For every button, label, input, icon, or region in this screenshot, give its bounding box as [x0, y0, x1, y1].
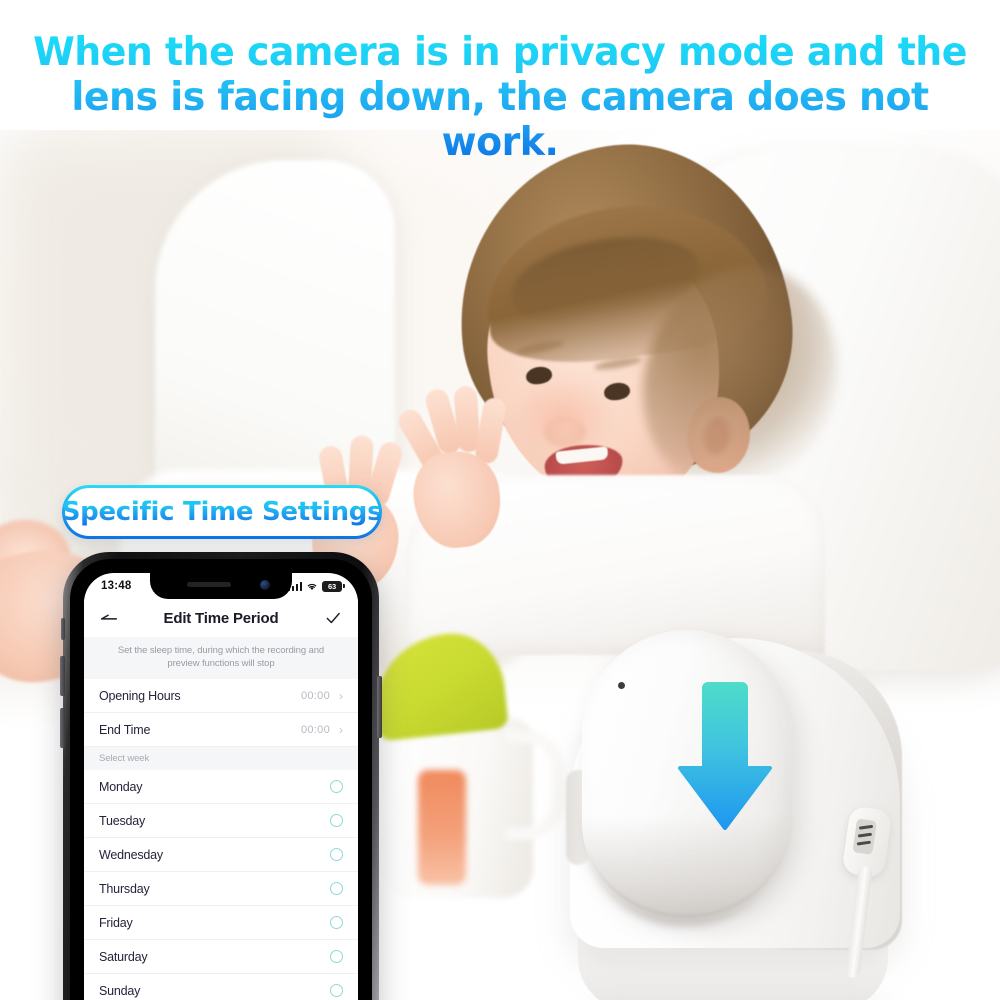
sippy-cup-handle — [505, 730, 565, 840]
day-label: Saturday — [99, 949, 148, 964]
list-item[interactable]: Monday — [84, 770, 358, 804]
day-label: Wednesday — [99, 847, 163, 862]
radio-unselected-icon[interactable] — [330, 814, 343, 827]
day-label: Thursday — [99, 881, 150, 896]
front-camera-icon — [260, 580, 270, 590]
list-item[interactable]: Saturday — [84, 940, 358, 974]
security-camera-device — [560, 530, 1000, 1000]
list-item[interactable]: Tuesday — [84, 804, 358, 838]
sleep-time-hint: Set the sleep time, during which the rec… — [84, 637, 358, 679]
phone-bezel: 13:48 63 Edit Time Period Set the sleep … — [70, 559, 372, 1000]
phone-volume-up-button[interactable] — [60, 656, 65, 696]
day-label: Monday — [99, 779, 143, 794]
earpiece-speaker-icon — [187, 582, 231, 587]
day-label: Tuesday — [99, 813, 146, 828]
camera-microphone-hole — [618, 682, 625, 689]
radio-unselected-icon[interactable] — [330, 984, 343, 997]
headline-text: When the camera is in privacy mode and t… — [15, 30, 985, 165]
battery-icon: 63 — [322, 580, 345, 592]
week-days-list: Monday Tuesday Wednesday Thursday Friday… — [84, 770, 358, 1000]
phone-mockup: 13:48 63 Edit Time Period Set the sleep … — [60, 552, 382, 1000]
list-item[interactable]: Wednesday — [84, 838, 358, 872]
phone-screen: 13:48 63 Edit Time Period Set the sleep … — [84, 573, 358, 1000]
select-week-header: Select week — [84, 747, 358, 770]
list-item[interactable]: Thursday — [84, 872, 358, 906]
radio-unselected-icon[interactable] — [330, 916, 343, 929]
radio-unselected-icon[interactable] — [330, 780, 343, 793]
phone-power-button[interactable] — [377, 676, 382, 738]
chevron-right-icon: › — [339, 722, 343, 737]
specific-time-settings-badge[interactable]: Specific Time Settings — [61, 485, 383, 539]
phone-volume-down-button[interactable] — [60, 708, 65, 748]
down-arrow-icon — [668, 678, 778, 838]
chevron-right-icon: › — [339, 688, 343, 703]
row-label: Opening Hours — [99, 688, 181, 703]
list-item[interactable]: Friday — [84, 906, 358, 940]
radio-unselected-icon[interactable] — [330, 848, 343, 861]
row-end-time[interactable]: End Time 00:00 › — [84, 713, 358, 747]
usb-port-icon — [852, 818, 877, 855]
product-poster: When the camera is in privacy mode and t… — [0, 0, 1000, 1000]
app-navigation-bar: Edit Time Period — [84, 599, 358, 637]
wifi-icon — [306, 582, 318, 591]
time-rows-group: Opening Hours 00:00 › End Time 00:00 › — [84, 679, 358, 747]
row-value: 00:00 — [300, 689, 330, 702]
baby-nose — [544, 417, 586, 447]
list-item[interactable]: Sunday — [84, 974, 358, 1000]
phone-notch — [150, 573, 292, 599]
radio-unselected-icon[interactable] — [330, 882, 343, 895]
status-bar-time: 13:48 — [101, 580, 132, 592]
phone-silent-switch[interactable] — [61, 618, 65, 640]
day-label: Sunday — [99, 983, 141, 998]
sippy-cup-label — [418, 770, 466, 885]
check-icon[interactable] — [322, 607, 344, 629]
badge-label: Specific Time Settings — [61, 497, 383, 527]
radio-unselected-icon[interactable] — [330, 950, 343, 963]
row-opening-hours[interactable]: Opening Hours 00:00 › — [84, 679, 358, 713]
row-value: 00:00 — [300, 723, 330, 736]
back-arrow-icon[interactable] — [98, 607, 120, 629]
row-label: End Time — [99, 722, 151, 737]
day-label: Friday — [99, 915, 133, 930]
page-title: Edit Time Period — [163, 609, 279, 627]
